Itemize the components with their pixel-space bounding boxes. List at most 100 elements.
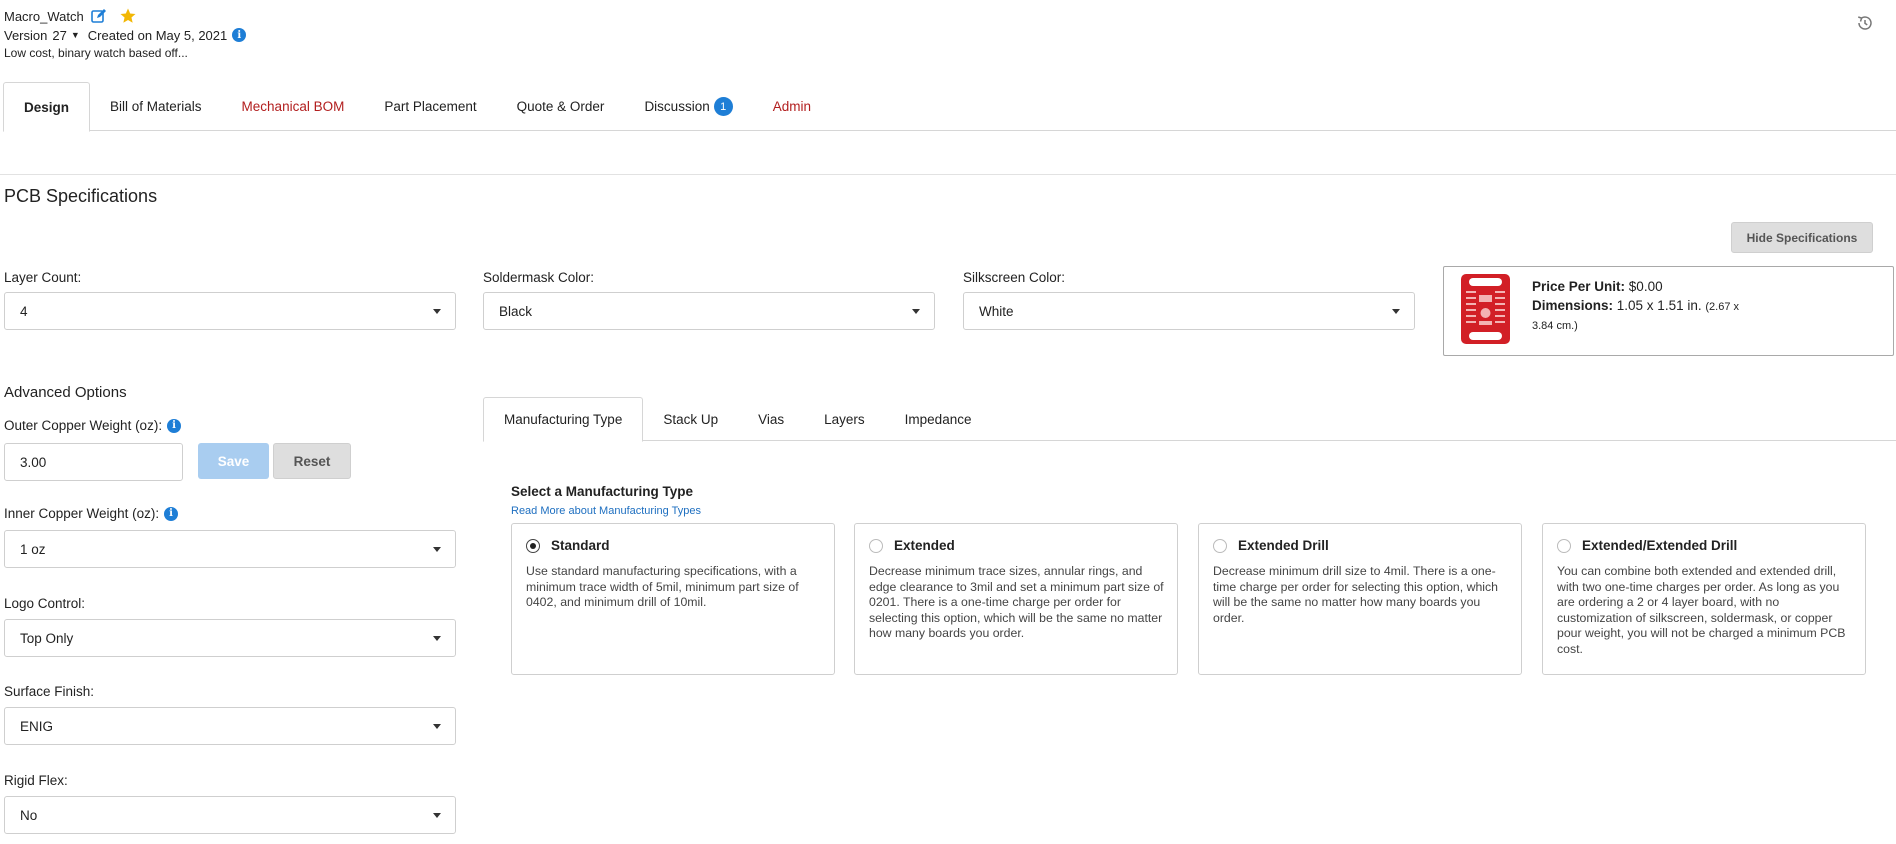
version-label: Version xyxy=(4,27,48,43)
option-description: You can combine both extended and extend… xyxy=(1557,564,1846,656)
pcb-thumbnail xyxy=(1460,273,1511,345)
caret-down-icon xyxy=(433,724,441,729)
tab-label: Discussion xyxy=(644,99,710,114)
advanced-options-title: Advanced Options xyxy=(4,384,127,401)
tab-bill-of-materials[interactable]: Bill of Materials xyxy=(90,82,222,131)
tab-stack-up[interactable]: Stack Up xyxy=(643,397,738,441)
discussion-count-badge: 1 xyxy=(713,97,733,116)
section-divider xyxy=(0,174,1896,175)
layer-count-select[interactable]: 4 xyxy=(4,292,456,330)
tab-vias[interactable]: Vias xyxy=(738,397,804,441)
tab-label: Manufacturing Type xyxy=(504,412,623,427)
manufacturing-option-extended-drill[interactable]: Extended Drill Decrease minimum drill si… xyxy=(1198,523,1522,675)
silkscreen-select[interactable]: White xyxy=(963,292,1415,330)
logo-control-value: Top Only xyxy=(20,630,74,646)
caret-down-icon xyxy=(433,309,441,314)
hide-specifications-button[interactable]: Hide Specifications xyxy=(1731,222,1873,253)
soldermask-label: Soldermask Color: xyxy=(483,270,595,285)
caret-down-icon xyxy=(912,309,920,314)
logo-control-select[interactable]: Top Only xyxy=(4,619,456,657)
inner-copper-label: Inner Copper Weight (oz): xyxy=(4,506,160,521)
tab-admin[interactable]: Admin xyxy=(753,82,831,131)
manufacturing-option-extended[interactable]: Extended Decrease minimum trace sizes, a… xyxy=(854,523,1178,675)
tab-label: Admin xyxy=(772,99,811,114)
outer-copper-label-row: Outer Copper Weight (oz): i xyxy=(4,418,182,433)
tab-label: Design xyxy=(24,99,70,115)
tab-layers[interactable]: Layers xyxy=(804,397,885,441)
manufacturing-option-extended-extended-drill[interactable]: Extended/Extended Drill You can combine … xyxy=(1542,523,1866,675)
layer-count-label: Layer Count: xyxy=(4,270,82,285)
surface-finish-select[interactable]: ENIG xyxy=(4,707,456,745)
caret-down-icon xyxy=(433,636,441,641)
manufacturing-option-standard[interactable]: Standard Use standard manufacturing spec… xyxy=(511,523,835,675)
caret-down-icon xyxy=(1392,309,1400,314)
main-tab-bar: Design Bill of Materials Mechanical BOM … xyxy=(3,82,1896,132)
price-per-unit-label: Price Per Unit: xyxy=(1532,279,1626,294)
option-title: Extended/Extended Drill xyxy=(1582,538,1738,553)
option-description: Decrease minimum drill size to 4mil. The… xyxy=(1213,564,1499,625)
tab-manufacturing-type[interactable]: Manufacturing Type xyxy=(483,397,644,442)
outer-copper-input[interactable]: 3.00 xyxy=(4,443,183,481)
dimensions-label: Dimensions: xyxy=(1532,298,1614,313)
option-description: Use standard manufacturing specification… xyxy=(526,564,799,610)
rigid-flex-label: Rigid Flex: xyxy=(4,773,68,788)
tab-quote-order[interactable]: Quote & Order xyxy=(497,82,625,131)
star-icon[interactable] xyxy=(119,7,137,25)
inner-copper-label-row: Inner Copper Weight (oz): i xyxy=(4,506,179,521)
project-description: Low cost, binary watch based off... xyxy=(4,46,188,60)
tab-label: Stack Up xyxy=(663,411,719,427)
version-number[interactable]: 27 xyxy=(52,28,66,43)
info-icon[interactable]: i xyxy=(167,418,182,433)
tab-design[interactable]: Design xyxy=(3,82,91,132)
dimensions-cm-1: (2.67 x xyxy=(1705,301,1739,313)
price-per-unit-value: $0.00 xyxy=(1628,279,1663,294)
tab-label: Layers xyxy=(824,411,865,427)
radio-extended-extended-drill[interactable] xyxy=(1557,538,1571,553)
outer-copper-label: Outer Copper Weight (oz): xyxy=(4,418,163,433)
layer-count-value: 4 xyxy=(20,303,28,319)
radio-standard[interactable] xyxy=(526,538,540,553)
rigid-flex-select[interactable]: No xyxy=(4,796,456,834)
reset-button[interactable]: Reset xyxy=(273,443,351,479)
logo-control-label: Logo Control: xyxy=(4,596,86,611)
rigid-flex-value: No xyxy=(20,807,38,823)
history-icon[interactable] xyxy=(1856,14,1874,32)
info-icon[interactable]: i xyxy=(164,506,179,521)
surface-finish-label: Surface Finish: xyxy=(4,684,95,699)
silkscreen-value: White xyxy=(979,303,1014,319)
project-header: Macro_Watch Version 27 ▼ Created on May … xyxy=(4,6,247,60)
soldermask-select[interactable]: Black xyxy=(483,292,935,330)
silkscreen-label: Silkscreen Color: xyxy=(963,270,1066,285)
info-icon[interactable]: i xyxy=(232,28,247,42)
inner-copper-select[interactable]: 1 oz xyxy=(4,530,456,568)
radio-extended-drill[interactable] xyxy=(1213,538,1227,553)
project-title: Macro_Watch xyxy=(4,8,84,24)
option-description: Decrease minimum trace sizes, annular ri… xyxy=(869,564,1164,641)
tab-mechanical-bom[interactable]: Mechanical BOM xyxy=(222,82,365,131)
manufacturing-types-link[interactable]: Read More about Manufacturing Types xyxy=(511,505,701,517)
page-title: PCB Specifications xyxy=(4,186,158,206)
tab-label: Quote & Order xyxy=(516,99,605,114)
edit-icon[interactable] xyxy=(90,8,107,24)
chevron-down-icon[interactable]: ▼ xyxy=(71,30,80,40)
price-summary-card: Price Per Unit: $0.00 Dimensions: 1.05 x… xyxy=(1443,266,1894,356)
caret-down-icon xyxy=(433,813,441,818)
tab-label: Vias xyxy=(758,411,785,427)
surface-finish-value: ENIG xyxy=(20,718,54,734)
tab-label: Part Placement xyxy=(384,99,477,114)
tab-part-placement[interactable]: Part Placement xyxy=(364,82,496,131)
caret-down-icon xyxy=(433,547,441,552)
dimensions-value: 1.05 x 1.51 in. xyxy=(1616,298,1702,313)
tab-impedance[interactable]: Impedance xyxy=(885,397,992,441)
created-date: Created on May 5, 2021 xyxy=(87,27,228,43)
tab-label: Bill of Materials xyxy=(110,99,202,114)
tab-discussion[interactable]: Discussion 1 xyxy=(624,82,752,131)
dimensions-cm-2: 3.84 cm.) xyxy=(1532,320,1578,332)
save-button[interactable]: Save xyxy=(198,443,269,479)
option-title: Extended xyxy=(894,538,955,553)
tab-label: Mechanical BOM xyxy=(241,99,345,114)
spec-tab-bar: Manufacturing Type Stack Up Vias Layers … xyxy=(483,397,1896,442)
option-title: Extended Drill xyxy=(1238,538,1329,553)
inner-copper-value: 1 oz xyxy=(20,541,46,557)
radio-extended[interactable] xyxy=(869,538,883,553)
